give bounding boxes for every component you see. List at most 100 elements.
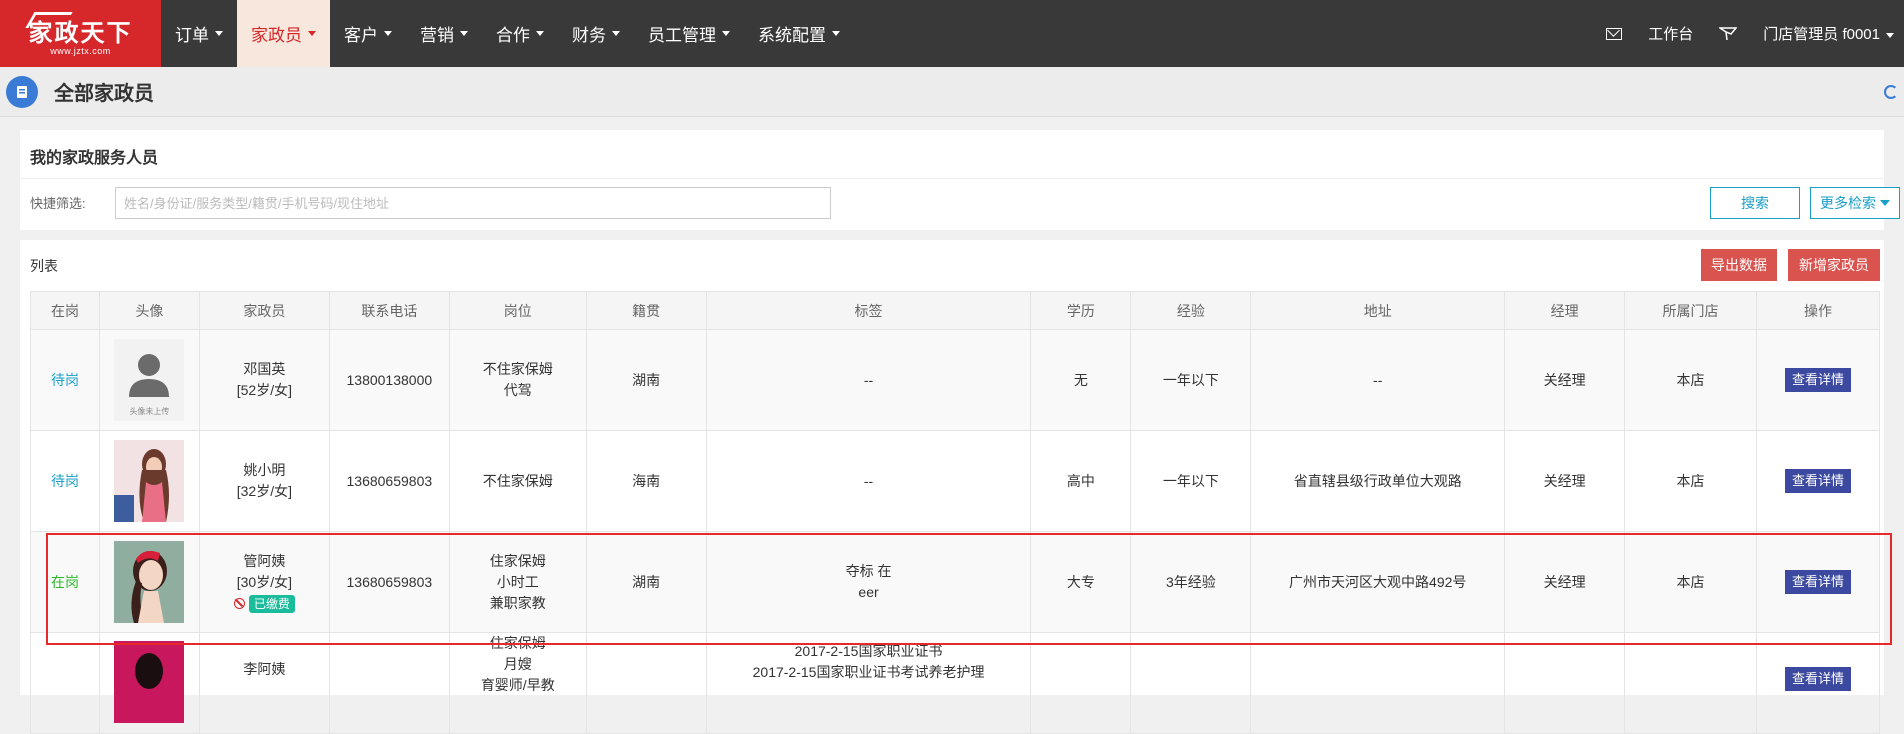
menu-marketing-label: 营销 [420,26,454,45]
table-row[interactable]: 待岗 姚小明 [32岁/女] 13680659803 不住家保姆 海南 -- 高中… [30,430,1881,532]
action-cell: 查看详情 [1755,329,1881,431]
chevron-down-icon [215,31,223,36]
avatar[interactable] [114,641,185,723]
main-menu: 订单 家政员 客户 营销 合作 财务 员工管理 系统配置 [161,0,854,67]
export-button[interactable]: 导出数据 [1701,249,1777,281]
column-header[interactable]: 操作 [1755,291,1881,330]
menu-marketing[interactable]: 营销 [406,0,482,67]
housekeeper-meta: [32岁/女] [236,483,292,499]
chevron-down-icon [1880,200,1890,206]
address-cell: 广州市天河区大观中路492号 [1250,531,1506,633]
refresh-icon[interactable] [1884,84,1898,99]
housekeeper-name[interactable]: 李阿姨 [200,659,329,680]
add-housekeeper-button[interactable]: 新增家政员 [1788,249,1880,281]
more-search-button[interactable]: 更多检索 [1810,187,1900,219]
menu-settings-label: 系统配置 [758,26,826,45]
menu-customers[interactable]: 客户 [330,0,406,67]
send-icon[interactable] [1719,26,1738,42]
user-name: 门店管理员 f0001 [1763,26,1880,43]
avatar-cell [98,430,200,532]
housekeeper-meta: [52岁/女] [236,382,292,398]
search-button[interactable]: 搜索 [1710,187,1800,219]
view-details-button[interactable]: 查看详情 [1784,368,1851,392]
menu-orders[interactable]: 订单 [161,0,237,67]
status-cell [30,632,100,734]
action-cell: 查看详情 [1755,632,1881,734]
post-cell: 不住家保姆 [448,430,587,532]
housekeeper-name[interactable]: 邓国英 [200,359,329,380]
avatar[interactable]: 头像未上传 [114,339,185,421]
menu-cooperation[interactable]: 合作 [482,0,558,67]
menu-finance[interactable]: 财务 [558,0,634,67]
menu-settings[interactable]: 系统配置 [744,0,854,67]
menu-housekeepers[interactable]: 家政员 [237,0,330,67]
workbench-link[interactable]: 工作台 [1648,23,1693,44]
column-header[interactable]: 头像 [98,291,200,330]
address-cell [1250,632,1506,734]
post-item: 不住家保姆 [482,472,553,489]
table-row[interactable]: 李阿姨 住家保姆 月嫂 育婴师/早教 2017-2-15国家职业证书 2017-2-1… [30,632,1881,734]
chevron-down-icon [384,31,392,36]
menu-finance-label: 财务 [572,26,606,45]
filter-panel: 我的家政服务人员 快捷筛选: 搜索 更多检索 [20,130,1900,230]
chevron-down-icon [536,31,544,36]
column-header[interactable]: 联系电话 [328,291,450,330]
column-header[interactable]: 籍贯 [585,291,707,330]
menu-staff[interactable]: 员工管理 [634,0,744,67]
post-item: 住家保姆 [489,635,546,651]
list-title: 列表 [30,258,58,274]
column-header[interactable]: 所属门店 [1624,291,1757,330]
post-item: 月嫂 [503,656,532,672]
column-header[interactable]: 经验 [1130,291,1252,330]
post-cell: 住家保姆 月嫂 育婴师/早教 [448,632,587,734]
housekeeper-name[interactable]: 管阿姨 [200,551,329,572]
column-header[interactable]: 地址 [1250,291,1506,330]
post-cell: 不住家保姆 代驾 [448,329,587,431]
post-item: 代驾 [503,382,532,398]
brand-logo[interactable]: 家政天下 www.jztx.com [0,0,161,67]
menu-orders-label: 订单 [175,26,209,45]
table-header: 在岗 头像 家政员 联系电话 岗位 籍贯 标签 学历 经验 地址 经理 所属门店… [30,291,1881,330]
payment-status: 已缴费 [200,593,329,614]
column-header[interactable]: 家政员 [198,291,330,330]
column-header[interactable]: 学历 [1030,291,1132,330]
housekeeper-name[interactable]: 姚小明 [200,460,329,481]
avatar[interactable] [114,440,185,522]
avatar-placeholder-text: 头像未上传 [129,407,170,416]
manager-cell: 关经理 [1504,430,1626,532]
menu-housekeepers-label: 家政员 [251,26,302,45]
view-details-button[interactable]: 查看详情 [1784,570,1851,594]
store-cell: 本店 [1624,430,1757,532]
more-search-label: 更多检索 [1820,195,1876,211]
paid-badge: 已缴费 [248,594,295,613]
post-cell: 住家保姆 小时工 兼职家教 [448,531,587,633]
tag-item: 2017-2-15国家职业证书 [794,643,943,659]
column-header[interactable]: 岗位 [448,291,587,330]
avatar[interactable] [114,541,185,623]
chevron-down-icon [460,31,468,36]
tags-cell: 夺标 在 eer [705,531,1032,633]
view-details-button[interactable]: 查看详情 [1784,469,1851,493]
table-row[interactable]: 在岗 管阿姨 [30岁/女] 已缴费 13680659803 住家保姆 小时工 兼职… [30,531,1881,633]
address-cell: 省直辖县级行政单位大观路 [1250,430,1506,532]
post-item: 不住家保姆 [482,361,553,377]
user-menu[interactable]: 门店管理员 f0001 [1763,23,1894,44]
view-details-button[interactable]: 查看详情 [1784,667,1851,691]
table-row[interactable]: 待岗 头像未上传 邓国英 [52岁/女] 13800138000 不住家保姆 代驾 … [30,329,1881,431]
mail-icon[interactable] [1606,27,1623,40]
column-header[interactable]: 标签 [705,291,1032,330]
tag-item: 夺标 在 [845,563,892,579]
search-input[interactable] [115,187,831,219]
manager-cell [1504,632,1626,734]
menu-cooperation-label: 合作 [496,26,530,45]
action-cell: 查看详情 [1755,430,1881,532]
ban-icon [233,598,245,610]
address-cell: -- [1250,329,1506,431]
column-header[interactable]: 在岗 [30,291,100,330]
store-cell: 本店 [1624,329,1757,431]
name-cell: 管阿姨 [30岁/女] 已缴费 [198,531,330,633]
post-item: 兼职家教 [489,594,546,611]
menu-customers-label: 客户 [344,26,378,45]
store-cell: 本店 [1624,531,1757,633]
column-header[interactable]: 经理 [1504,291,1626,330]
